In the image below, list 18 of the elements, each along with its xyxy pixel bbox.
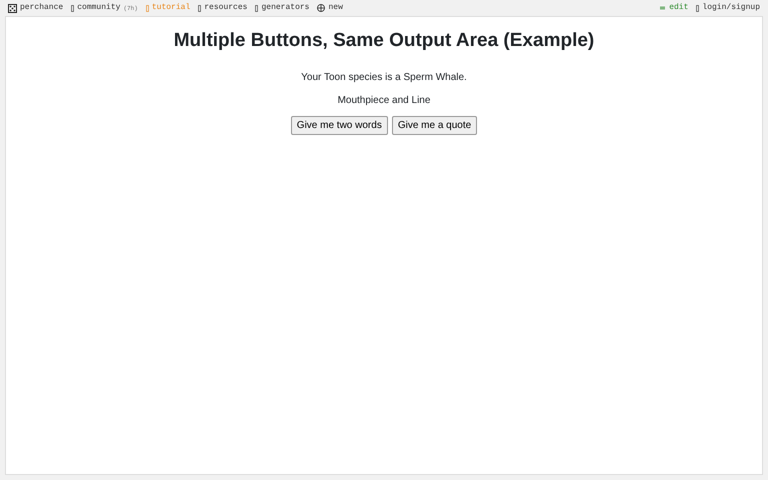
box-icon	[255, 4, 258, 12]
output-text: Mouthpiece and Line	[338, 94, 430, 108]
page-title: Multiple Buttons, Same Output Area (Example)	[174, 29, 594, 53]
box-icon	[71, 4, 74, 12]
action-button[interactable]: Give me a quote	[392, 116, 478, 135]
box-icon	[198, 4, 202, 12]
nav-link[interactable]: perchance	[8, 2, 64, 14]
globe-icon	[317, 4, 326, 12]
output-text: Your Toon species is a Sperm Whale.	[301, 70, 467, 85]
box-icon	[146, 4, 149, 12]
nav-link[interactable]: resources	[198, 2, 248, 14]
nav-link[interactable]: edit	[660, 2, 688, 14]
nav-link[interactable]: generators	[255, 2, 310, 14]
dice-icon	[8, 4, 17, 12]
action-button[interactable]: Give me two words	[290, 116, 388, 135]
box-icon	[696, 4, 700, 12]
nav-link[interactable]: login/signup	[696, 2, 760, 14]
nav-link[interactable]: new	[317, 2, 343, 14]
